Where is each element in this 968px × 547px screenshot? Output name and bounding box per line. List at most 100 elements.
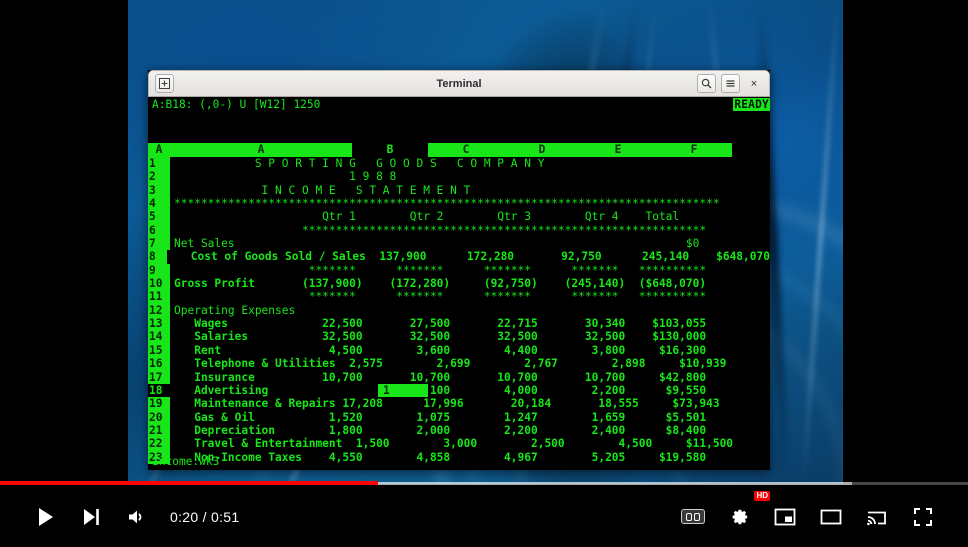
row-number[interactable]: 9 xyxy=(148,263,170,278)
row-cells[interactable]: Telephone & Utilities 2,575 2,699 2,767 … xyxy=(170,357,770,370)
new-tab-icon[interactable] xyxy=(155,74,174,93)
row-cells[interactable]: Operating Expenses xyxy=(170,304,770,317)
mode-indicator: READY xyxy=(733,98,770,112)
row-number[interactable]: 21 xyxy=(148,423,170,438)
play-icon[interactable] xyxy=(22,493,68,541)
settings-gear-icon[interactable]: HD xyxy=(716,490,770,541)
row-number[interactable]: 16 xyxy=(148,357,170,371)
column-header-f[interactable]: F xyxy=(656,143,732,157)
spreadsheet-row[interactable]: 8 Cost of Goods Sold / Sales 137,900 172… xyxy=(148,250,770,264)
video-viewport[interactable]: Terminal × A:B18: (,0-) U [W12] 1250 REA… xyxy=(0,0,968,484)
row-cells[interactable]: ****************************************… xyxy=(170,197,770,210)
spreadsheet-row[interactable]: 10 Gross Profit (137,900) (172,280) (92,7… xyxy=(148,277,770,291)
column-header-c[interactable]: C xyxy=(428,143,504,157)
progress-played xyxy=(0,481,378,485)
row-cells[interactable]: Insurance 10,700 10,700 10,700 10,700 $4… xyxy=(170,371,770,384)
closed-captions-icon[interactable] xyxy=(670,493,716,541)
row-cells[interactable]: Cost of Goods Sold / Sales 137,900 172,2… xyxy=(167,250,770,263)
spreadsheet-row[interactable]: 19 Maintenance & Repairs 17,208 17,996 2… xyxy=(148,397,770,411)
row-number[interactable]: 18 xyxy=(148,383,170,398)
spreadsheet-row[interactable]: 5 Qtr 1 Qtr 2 Qtr 3 Qtr 4 Total xyxy=(148,210,770,224)
row-cells[interactable]: Maintenance & Repairs 17,208 17,996 20,1… xyxy=(170,397,770,410)
spreadsheet-row[interactable]: 2 1 9 8 8 xyxy=(148,170,770,184)
player-controls: 0:20 / 0:51 HD xyxy=(0,486,968,547)
row-number[interactable]: 19 xyxy=(148,397,170,411)
row-number[interactable]: 5 xyxy=(148,210,170,224)
row-cells[interactable]: ******* ******* ******* ******* ********… xyxy=(170,290,770,303)
row-cells[interactable]: Rent 4,500 3,600 4,400 3,800 $16,300 xyxy=(170,344,770,357)
spreadsheet-row[interactable]: 18 Advertising 2,100 4,000 2,200 $9,550 1… xyxy=(148,383,770,398)
row-cells[interactable]: Net Sales $0 xyxy=(170,237,770,250)
hamburger-menu-icon[interactable] xyxy=(721,74,740,93)
fullscreen-icon[interactable] xyxy=(900,493,946,541)
spreadsheet-row[interactable]: 11 ******* ******* ******* ******* *****… xyxy=(148,290,770,304)
row-cells[interactable]: Non-Income Taxes 4,550 4,858 4,967 5,205… xyxy=(170,451,770,464)
spreadsheet-row[interactable]: 17 Insurance 10,700 10,700 10,700 10,700… xyxy=(148,370,770,384)
volume-icon[interactable] xyxy=(114,493,160,541)
row-number[interactable]: 6 xyxy=(148,223,170,238)
row-cells[interactable]: Wages 22,500 27,500 22,715 30,340 $103,0… xyxy=(170,317,770,330)
video-player-page: Terminal × A:B18: (,0-) U [W12] 1250 REA… xyxy=(0,0,968,547)
column-header-e[interactable]: E xyxy=(580,143,656,157)
spreadsheet-row[interactable]: 4 ***************************************… xyxy=(148,197,770,211)
row-number[interactable]: 10 xyxy=(148,277,170,291)
column-header-a[interactable]: A xyxy=(170,143,352,157)
spreadsheet-row[interactable]: 7 Net Sales $0 xyxy=(148,237,770,251)
spreadsheet-row[interactable]: 1 S P O R T I N G G O O D S C O M P A N … xyxy=(148,157,770,171)
column-header-b[interactable]: B xyxy=(352,143,428,157)
row-cells[interactable]: I N C O M E S T A T E M E N T xyxy=(170,184,770,197)
column-header-d[interactable]: D xyxy=(504,143,580,157)
spreadsheet-row[interactable]: 23 Non-Income Taxes 4,550 4,858 4,967 5,… xyxy=(148,450,770,464)
spreadsheet-row[interactable]: 21 Depreciation 1,800 2,000 2,200 2,400 … xyxy=(148,423,770,438)
spreadsheet-row[interactable]: 20 Gas & Oil 1,520 1,075 1,247 1,659 $5,… xyxy=(148,410,770,424)
row-number[interactable]: 13 xyxy=(148,317,170,331)
terminal-titlebar[interactable]: Terminal × xyxy=(148,70,770,97)
row-number[interactable]: 2 xyxy=(148,170,170,184)
row-number[interactable]: 11 xyxy=(148,290,170,304)
terminal-window[interactable]: Terminal × A:B18: (,0-) U [W12] 1250 REA… xyxy=(148,70,770,470)
row-number[interactable]: 7 xyxy=(148,237,170,251)
row-cells[interactable]: Advertising 2,100 4,000 2,200 $9,550 1,25… xyxy=(170,383,770,398)
theater-mode-icon[interactable] xyxy=(808,493,854,541)
row-number[interactable]: 17 xyxy=(148,370,170,384)
next-video-icon[interactable] xyxy=(68,493,114,541)
spreadsheet-row[interactable]: 14 Salaries 32,500 32,500 32,500 32,500 … xyxy=(148,330,770,344)
spreadsheet-row[interactable]: 6 **************************************… xyxy=(148,223,770,238)
spreadsheet-row[interactable]: 9 ******* ******* ******* ******* ******… xyxy=(148,263,770,278)
row-cells[interactable]: S P O R T I N G G O O D S C O M P A N Y xyxy=(170,157,770,170)
row-number[interactable]: 14 xyxy=(148,330,170,344)
row-number[interactable]: 20 xyxy=(148,410,170,424)
spreadsheet-rows: 1 S P O R T I N G G O O D S C O M P A N … xyxy=(148,157,770,464)
terminal-body[interactable]: A:B18: (,0-) U [W12] 1250 READY A A B C … xyxy=(148,97,770,470)
row-cells[interactable]: Salaries 32,500 32,500 32,500 32,500 $13… xyxy=(170,330,770,343)
row-number[interactable]: 15 xyxy=(148,343,170,358)
cell-status-line: A:B18: (,0-) U [W12] 1250 xyxy=(152,98,321,111)
spreadsheet-row[interactable]: 3 I N C O M E S T A T E M E N T xyxy=(148,183,770,198)
time-display: 0:20 / 0:51 xyxy=(170,508,240,525)
spreadsheet-grid: A A B C D E F 1 S P O R T I N G G O O D … xyxy=(148,143,770,464)
row-cells[interactable]: Depreciation 1,800 2,000 2,200 2,400 $8,… xyxy=(170,424,770,437)
spreadsheet-row[interactable]: 16 Telephone & Utilities 2,575 2,699 2,7… xyxy=(148,357,770,371)
row-number[interactable]: 8 xyxy=(148,250,167,264)
row-cells[interactable]: 1 9 8 8 xyxy=(170,170,770,183)
row-number[interactable]: 3 xyxy=(148,183,170,198)
cast-icon[interactable] xyxy=(854,493,900,541)
row-number[interactable]: 4 xyxy=(148,197,170,211)
selected-cell-value: 1,250 xyxy=(383,383,417,397)
row-number[interactable]: 1 xyxy=(148,157,170,171)
row-cells[interactable]: Gas & Oil 1,520 1,075 1,247 1,659 $5,501 xyxy=(170,411,770,424)
row-number[interactable]: 12 xyxy=(148,303,170,318)
spreadsheet-row[interactable]: 22 Travel & Entertainment 1,500 3,000 2,… xyxy=(148,437,770,451)
row-cells[interactable]: Travel & Entertainment 1,500 3,000 2,500… xyxy=(170,437,770,450)
row-cells[interactable]: Gross Profit (137,900) (172,280) (92,750… xyxy=(170,277,770,290)
spreadsheet-row[interactable]: 12 Operating Expenses xyxy=(148,303,770,318)
search-icon[interactable] xyxy=(697,74,716,93)
close-icon[interactable]: × xyxy=(745,74,763,93)
row-cells[interactable]: Qtr 1 Qtr 2 Qtr 3 Qtr 4 Total xyxy=(170,210,770,223)
spreadsheet-row[interactable]: 13 Wages 22,500 27,500 22,715 30,340 $10… xyxy=(148,317,770,331)
row-cells[interactable]: ******* ******* ******* ******* ********… xyxy=(170,264,770,277)
filename-label: income.wk3 xyxy=(152,454,220,468)
row-number[interactable]: 22 xyxy=(148,437,170,451)
row-cells[interactable]: ****************************************… xyxy=(170,224,770,237)
spreadsheet-row[interactable]: 15 Rent 4,500 3,600 4,400 3,800 $16,300 xyxy=(148,343,770,358)
